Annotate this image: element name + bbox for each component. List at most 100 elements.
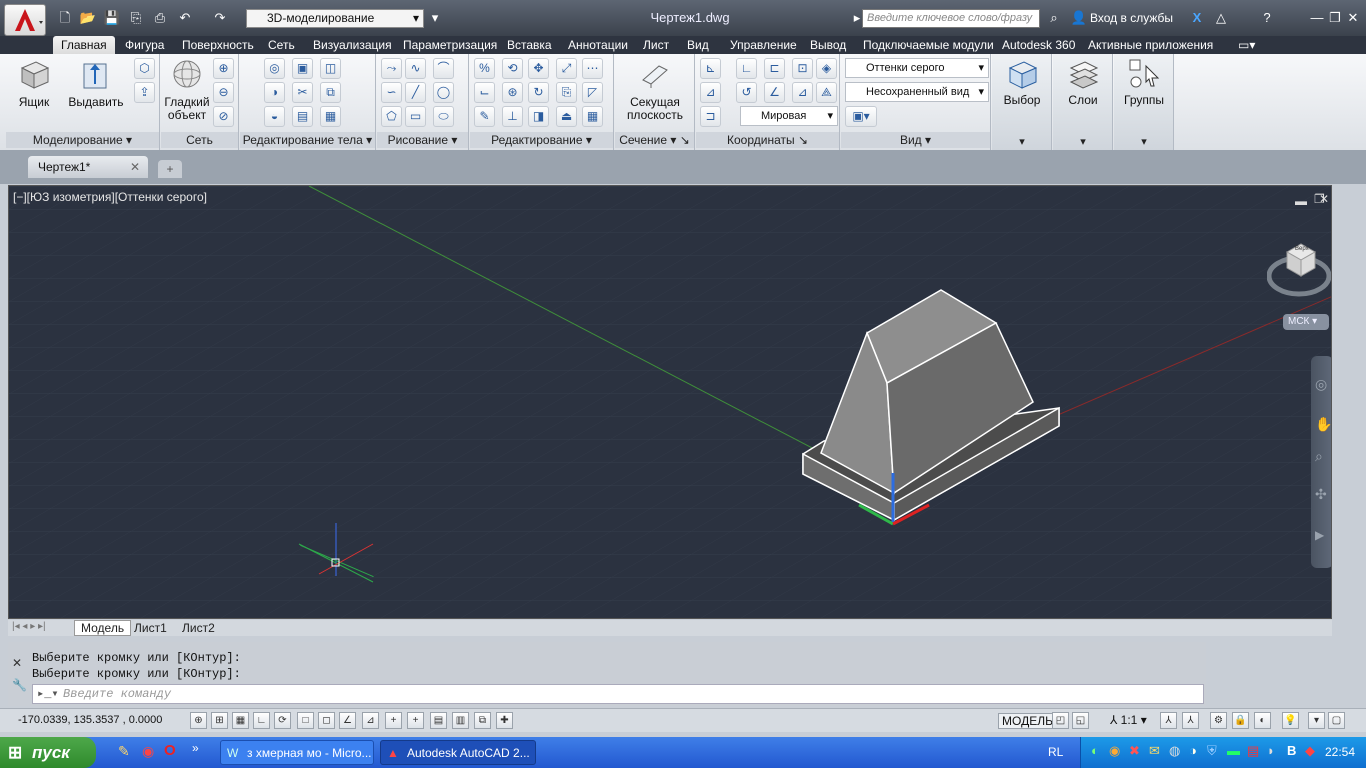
tab-annotate[interactable]: Аннотации [568,36,628,54]
undo-icon[interactable]: ↶ [176,9,194,27]
showmotion-icon[interactable]: ▶ [1315,528,1324,542]
ucs-previous-icon[interactable]: ↺ [736,82,757,103]
save-as-icon[interactable]: ⎘ [127,9,145,27]
tray-app-icon[interactable]: ▬ [1227,743,1240,758]
hardware-acceleration-icon[interactable]: ◐ [1254,712,1271,729]
grid-icon[interactable]: ▦ [232,712,249,729]
pan-icon[interactable]: ✋ [1315,416,1331,433]
transparency-icon[interactable]: ▤ [430,712,447,729]
layout-nav-icons[interactable]: |◂ ◂ ▸ ▸| [12,621,46,632]
3d-scale-icon[interactable]: ⤢ [556,58,577,79]
autodesk-icon[interactable]: △ [1212,9,1230,27]
smooth-more-icon[interactable]: ⊕ [213,58,234,79]
print-icon[interactable]: ⎙ [151,9,169,27]
visual-style-dropdown[interactable]: Оттенки серого ▾ [845,58,989,78]
polysolid-icon[interactable]: ⬡ [134,58,155,79]
slice-icon[interactable]: ✂ [292,82,313,103]
panel-section-title[interactable]: Сечение ▾ ↘ [615,132,694,148]
start-button[interactable]: ⊞ пуск [0,737,96,768]
customize-icon[interactable]: 🔧 [12,678,27,692]
spline-icon[interactable]: ∽ [381,82,402,103]
flag-icon[interactable]: ▤ [1247,743,1259,759]
quick-properties-icon[interactable]: ▥ [452,712,469,729]
quicklaunch-more-icon[interactable]: » [192,741,199,755]
document-tab-drawing1[interactable]: Чертеж1* ✕ [28,156,148,178]
helix-icon[interactable]: ∿ [405,58,426,79]
new-tab-icon[interactable]: + [158,160,182,178]
ribbon-toggle-icon[interactable]: ▭▾ [1238,36,1255,54]
move-icon[interactable]: ✥ [528,58,549,79]
presspull-icon[interactable]: ⇪ [134,82,155,103]
chamfer-icon[interactable]: ◸ [582,82,603,103]
copy-icon[interactable]: ⎘ [556,82,577,103]
tab-solid[interactable]: Фигура [125,36,164,54]
tab-autodesk360[interactable]: Autodesk 360 [1002,36,1075,54]
3d-rotate-icon[interactable]: ⟲ [502,58,523,79]
ucs-z-icon[interactable]: ⊿ [792,82,813,103]
intersect-icon[interactable]: ◒ [264,106,285,127]
thicken-icon[interactable]: ▤ [292,106,313,127]
circle-icon[interactable]: ◯ [433,82,454,103]
3d-array-icon[interactable]: ⊛ [502,82,523,103]
mirror-icon[interactable]: ◨ [528,106,549,127]
tray-app-icon[interactable]: ✉ [1149,743,1160,759]
lineweight-icon[interactable]: + [407,712,424,729]
exchange-icon[interactable]: X [1188,9,1206,27]
ucs-3point-icon[interactable]: ⟁ [816,82,837,103]
viewport-close-icon[interactable]: ✕ [1319,192,1329,206]
osnap-icon[interactable]: □ [297,712,314,729]
model-space-toggle[interactable]: МОДЕЛЬ [998,713,1057,729]
save-icon[interactable]: 💾 [103,9,121,27]
viewport-controls-label[interactable]: [−][ЮЗ изометрия][Оттенки серого] [13,190,207,204]
isolate-objects-icon[interactable]: 💡 [1282,712,1299,729]
panel-modify-title[interactable]: Редактирование ▾ [470,132,613,148]
panel-selection[interactable]: Выбор ▾ [992,54,1052,150]
network-icon[interactable]: ✖ [1129,743,1140,759]
ucs-y-icon[interactable]: ∠ [764,82,785,103]
ellipse-icon[interactable]: ⬭ [433,106,454,127]
tab-insert[interactable]: Вставка [507,36,552,54]
command-input[interactable]: ▸_▾ Введите команду [32,684,1204,704]
tab-surface[interactable]: Поверхность [182,36,254,54]
restore-icon[interactable]: ❐ [1326,9,1344,27]
arc-icon[interactable]: ⌒ [433,58,454,79]
new-file-icon[interactable]: 🗋 [56,9,74,27]
ucs-icon[interactable]: ⊾ [700,58,721,79]
annotation-scale[interactable]: ⅄ 1:1 ▾ [1110,713,1147,727]
signin-button[interactable]: Вход в службы [1090,11,1173,25]
tab-parametric[interactable]: Параметризация [403,36,497,54]
panel-groups[interactable]: Группы ▾ [1114,54,1174,150]
redo-icon[interactable]: ↷ [211,9,229,27]
tab-sheet1[interactable]: Лист1 [134,620,167,636]
separate-icon[interactable]: ⧉ [320,82,341,103]
tab-featured-apps[interactable]: Активные приложения [1088,36,1213,54]
annotation-monitor-icon[interactable]: ✚ [496,712,513,729]
viewport-minimize-icon[interactable]: ▬ [1295,194,1307,208]
align-icon[interactable]: ⋯ [582,58,603,79]
orbit-icon[interactable]: ✣ [1315,486,1327,503]
close-icon[interactable]: ✕ [12,656,22,670]
coordinates-readout[interactable]: -170.0339, 135.3537 , 0.0000 [18,714,162,726]
offset-icon[interactable]: ✎ [474,106,495,127]
tab-mesh[interactable]: Сеть [268,36,295,54]
close-tab-icon[interactable]: ✕ [130,156,140,178]
otrack-icon[interactable]: ∠ [339,712,356,729]
rectangle-icon[interactable]: ▭ [405,106,426,127]
tab-view[interactable]: Вид [687,36,709,54]
tray-app-icon[interactable]: ◐ [1091,743,1099,758]
stretch-icon[interactable]: ⏏ [556,106,577,127]
opera-icon[interactable]: O [164,742,176,759]
tab-model[interactable]: Модель [74,620,132,636]
quick-view-layouts-icon[interactable]: ◰ [1052,712,1069,729]
extrude-button[interactable] [78,58,112,92]
polygon-icon[interactable]: ⬠ [381,106,402,127]
tab-home[interactable]: Главная [53,36,115,54]
model-space-canvas[interactable] [9,186,1332,619]
tray-app-icon[interactable]: ◆ [1305,743,1315,759]
smooth-less-icon[interactable]: ⊖ [213,82,234,103]
workspace-switching-icon[interactable]: ⚙ [1210,712,1227,729]
search-input[interactable]: Введите ключевое слово/фразу [862,9,1040,28]
tab-manage[interactable]: Управление [730,36,797,54]
drawing-viewport[interactable]: [−][ЮЗ изометрия][Оттенки серого] ▬ ❐ ✕ … [8,185,1332,619]
infer-constraints-icon[interactable]: ⊕ [190,712,207,729]
